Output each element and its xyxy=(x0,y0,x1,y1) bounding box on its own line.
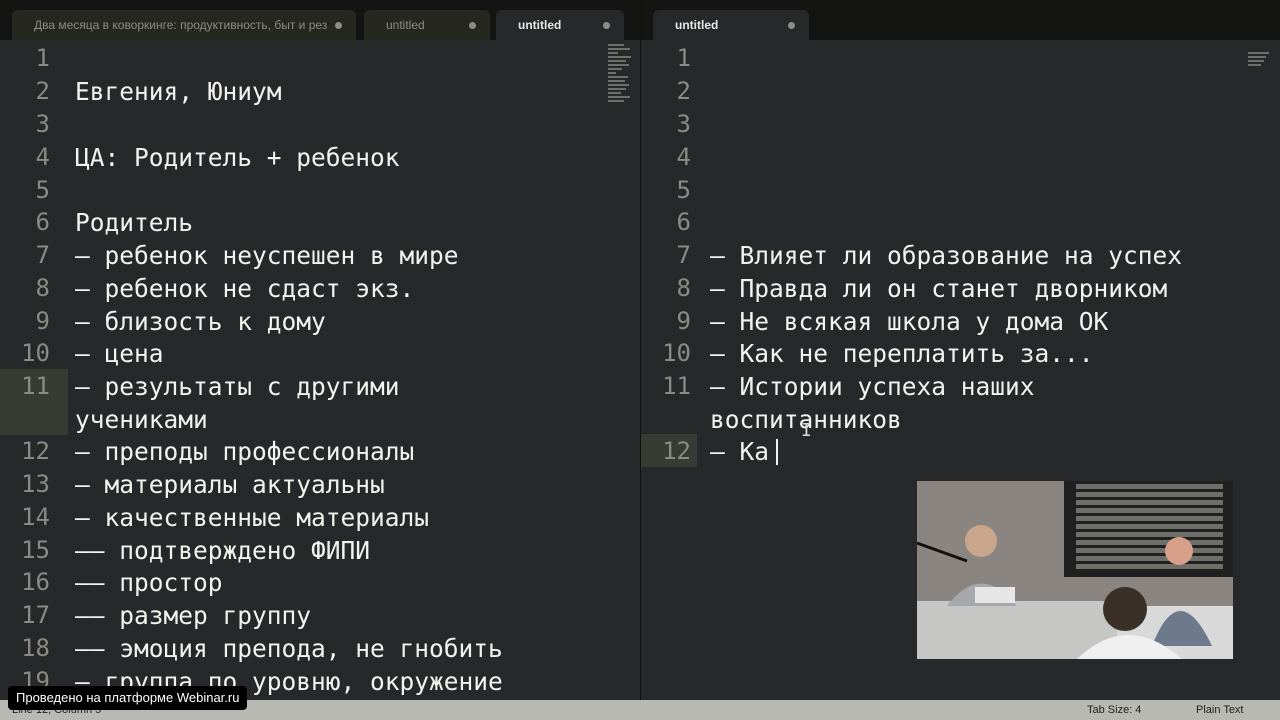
webinar-video-overlay[interactable] xyxy=(917,481,1233,659)
tab-label: untitled xyxy=(518,18,562,32)
line-number: 6 xyxy=(676,208,691,236)
webinar-watermark: Проведено на платформе Webinar.ru xyxy=(8,686,248,710)
line-number: 12 xyxy=(662,437,691,465)
line-number: 3 xyxy=(676,110,691,138)
tab-label: untitled xyxy=(386,18,425,32)
code-line[interactable]: — Правда ли он станет дворником xyxy=(710,272,1167,305)
tab-modified-dot-icon[interactable] xyxy=(788,22,795,29)
line-number: 11 xyxy=(662,372,691,400)
line-number: 3 xyxy=(35,110,50,138)
code-line[interactable]: — Истории успеха наших воспитанников xyxy=(710,370,1035,436)
tab-untitled-2-active[interactable]: untitled xyxy=(496,10,624,40)
code-line[interactable]: — преподы профессионалы xyxy=(75,435,414,468)
line-number: 9 xyxy=(676,307,691,335)
line-number: 15 xyxy=(21,536,50,564)
line-number: 17 xyxy=(21,601,50,629)
line-number: 2 xyxy=(676,77,691,105)
code-line[interactable]: — Не всякая школа у дома ОК xyxy=(710,305,1108,338)
line-number: 10 xyxy=(21,339,50,367)
status-syntax[interactable]: Plain Text xyxy=(1196,704,1244,716)
line-number: 7 xyxy=(35,241,50,269)
line-number: 12 xyxy=(21,437,50,465)
editor-pane-left[interactable]: 1 2 Евгения, Юниум 3 4 ЦА: Родитель + ребе… xyxy=(0,40,640,700)
line-number: 5 xyxy=(676,176,691,204)
line-number: 18 xyxy=(21,634,50,662)
tab-label: Два месяца в коворкинге: продуктивность,… xyxy=(34,18,328,32)
line-number: 7 xyxy=(676,241,691,269)
code-line[interactable]: — материалы актуальны xyxy=(75,468,385,501)
line-number: 4 xyxy=(35,143,50,171)
code-line[interactable]: —— эмоция препода, не гнобить xyxy=(75,632,503,665)
code-line[interactable]: — Как не переплатить за... xyxy=(710,337,1094,370)
code-line[interactable]: —— подтверждено ФИПИ xyxy=(75,534,370,567)
mouse-ibeam-icon: I xyxy=(801,420,812,441)
code-line[interactable]: —— размер группу xyxy=(75,599,311,632)
code-line[interactable]: — ребенок неуспешен в мире xyxy=(75,239,459,272)
code-line[interactable]: — результаты с другими учениками xyxy=(75,370,400,436)
line-number: 11 xyxy=(21,372,50,400)
text-cursor xyxy=(776,439,778,465)
line-number: 14 xyxy=(21,503,50,531)
code-line[interactable]: —— простор xyxy=(75,566,223,599)
line-number: 4 xyxy=(676,143,691,171)
tab-untitled-right-active[interactable]: untitled xyxy=(653,10,809,40)
code-line[interactable]: — близость к дому xyxy=(75,305,326,338)
tab-label: untitled xyxy=(675,18,719,32)
line-number: 16 xyxy=(21,568,50,596)
line-number: 10 xyxy=(662,339,691,367)
code-line[interactable]: — ребенок не сдаст экз. xyxy=(75,272,414,305)
line-number: 13 xyxy=(21,470,50,498)
line-number: 9 xyxy=(35,307,50,335)
line-number: 8 xyxy=(676,274,691,302)
code-line[interactable]: — Ка xyxy=(710,435,769,468)
code-line[interactable]: Родитель xyxy=(75,206,193,239)
line-number: 2 xyxy=(35,77,50,105)
tab-coworking-article[interactable]: Два месяца в коворкинге: продуктивность,… xyxy=(12,10,356,40)
tab-modified-dot-icon[interactable] xyxy=(603,22,610,29)
line-number: 5 xyxy=(35,176,50,204)
line-number: 6 xyxy=(35,208,50,236)
tab-modified-dot-icon[interactable] xyxy=(469,22,476,29)
code-line[interactable]: — Влияет ли образование на успех xyxy=(710,239,1182,272)
minimap-right[interactable] xyxy=(1248,52,1274,68)
tab-modified-dot-icon[interactable] xyxy=(335,22,342,29)
line-number: 8 xyxy=(35,274,50,302)
tab-untitled-1[interactable]: untitled xyxy=(364,10,490,40)
line-number: 1 xyxy=(676,44,691,72)
code-line[interactable]: — качественные материалы xyxy=(75,501,429,534)
line-number: 1 xyxy=(35,44,50,72)
code-line[interactable]: ЦА: Родитель + ребенок xyxy=(75,141,400,174)
minimap-left[interactable] xyxy=(608,44,634,104)
status-tab-size[interactable]: Tab Size: 4 xyxy=(1087,704,1141,716)
video-presenters-image xyxy=(917,525,1233,659)
code-line[interactable]: — цена xyxy=(75,337,164,370)
code-line[interactable]: Евгения, Юниум xyxy=(75,75,282,108)
